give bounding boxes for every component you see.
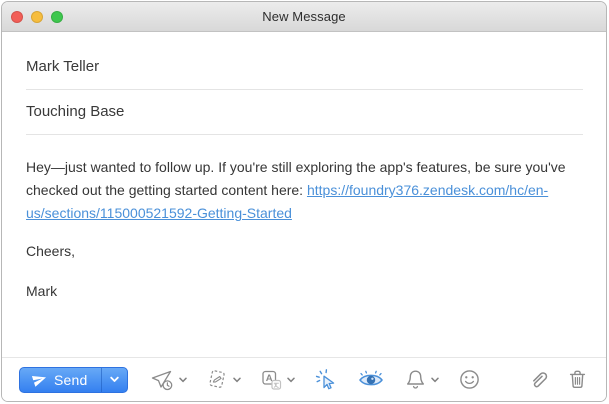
delete-draft-button[interactable] — [566, 365, 589, 395]
chevron-down-icon — [430, 377, 439, 382]
zoom-button[interactable] — [51, 10, 63, 23]
send-later-icon — [151, 370, 172, 390]
send-label: Send — [54, 371, 88, 388]
template-button[interactable] — [206, 365, 241, 395]
toolbar-left-group: A — [150, 365, 481, 395]
to-field[interactable] — [26, 42, 583, 89]
bell-icon — [406, 370, 424, 389]
smiley-icon — [459, 370, 479, 389]
template-icon — [208, 370, 225, 388]
eye-icon — [358, 370, 383, 385]
chevron-down-icon — [109, 376, 119, 382]
send-button[interactable]: Send — [19, 366, 128, 393]
subject-field[interactable] — [26, 90, 583, 134]
traffic-lights — [11, 2, 63, 31]
composer-toolbar: Send A — [2, 357, 606, 401]
chevron-down-icon — [178, 377, 187, 382]
paperclip-icon — [533, 371, 548, 387]
titlebar: New Message — [2, 2, 606, 32]
chevron-down-icon — [286, 377, 295, 382]
reminder-button[interactable] — [404, 365, 439, 395]
send-later-button[interactable] — [150, 365, 187, 395]
emoji-button[interactable] — [458, 365, 481, 395]
trash-icon — [569, 370, 586, 389]
header-fields — [2, 32, 606, 135]
minimize-button[interactable] — [31, 10, 43, 23]
open-tracking-button[interactable] — [357, 365, 385, 395]
send-options-button[interactable] — [100, 367, 127, 392]
translate-icon: A — [261, 370, 281, 390]
attach-file-button[interactable] — [527, 365, 551, 395]
cursor-click-rays-icon — [315, 368, 334, 389]
send-icon — [31, 376, 47, 387]
signature-text: Mark — [26, 283, 58, 299]
compose-window: New Message Hey—just wanted to follow up… — [1, 1, 607, 402]
close-button[interactable] — [11, 10, 23, 23]
translate-button[interactable]: A — [260, 365, 295, 395]
chevron-down-icon — [232, 377, 241, 382]
message-body[interactable]: Hey—just wanted to follow up. If you're … — [2, 135, 606, 357]
link-tracking-button[interactable] — [314, 365, 338, 395]
toolbar-right-group — [527, 365, 589, 395]
window-title: New Message — [262, 9, 346, 24]
closing-text: Cheers, — [26, 243, 76, 259]
